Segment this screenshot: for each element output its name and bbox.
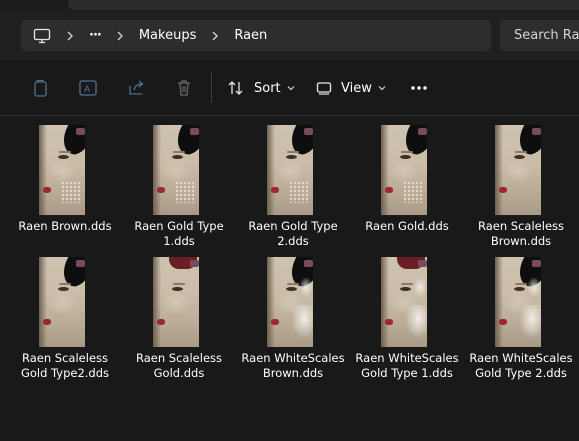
file-thumbnail [495, 125, 541, 215]
chevron-right-icon [211, 31, 219, 41]
sort-label: Sort [254, 80, 281, 96]
title-strip [0, 0, 579, 12]
file-thumbnail [39, 257, 85, 347]
file-name: Raen Gold Type 2.dds [248, 219, 338, 248]
file-name: Raen WhiteScales Gold Type 2.dds [469, 351, 573, 380]
view-label: View [341, 80, 372, 96]
tab-strip [68, 0, 579, 10]
file-thumbnail [381, 125, 427, 215]
file-name: Raen Scaleless Gold Type2.dds [20, 351, 110, 380]
toolbar-divider [211, 72, 212, 103]
svg-text:A: A [84, 85, 91, 95]
file-name: Raen Brown.dds [18, 219, 112, 233]
file-grid: Raen Brown.dds Raen Gold Type 1.dds Raen … [0, 116, 579, 441]
file-name: Raen WhiteScales Gold Type 1.dds [355, 351, 459, 380]
share-icon[interactable] [126, 77, 148, 99]
sort-icon [227, 80, 245, 96]
file-thumbnail [153, 125, 199, 215]
file-thumbnail [153, 257, 199, 347]
computer-icon[interactable] [33, 28, 51, 44]
file-name: Raen Scaleless Brown.dds [478, 219, 564, 248]
view-icon [316, 81, 332, 95]
breadcrumb-item-makeups[interactable]: Makeups [139, 28, 197, 43]
more-options-button[interactable] [410, 74, 428, 102]
file-name: Raen Scaleless Gold.dds [136, 351, 222, 380]
file-thumbnail [381, 257, 427, 347]
copy-icon[interactable] [29, 77, 51, 99]
view-button[interactable]: View [316, 74, 386, 102]
file-thumbnail [267, 257, 313, 347]
file-name: Raen Gold Type 1.dds [134, 219, 224, 248]
chevron-down-icon [287, 85, 295, 91]
address-row: ··· Makeups Raen Search Raen [0, 12, 579, 60]
file-thumbnail [267, 125, 313, 215]
address-bar[interactable]: ··· Makeups Raen [21, 20, 491, 51]
search-input[interactable]: Search Raen [500, 20, 579, 51]
file-name: Raen Gold.dds [365, 219, 449, 233]
more-icon [410, 85, 428, 91]
breadcrumb-item-raen[interactable]: Raen [234, 28, 267, 43]
search-placeholder: Search Raen [514, 28, 579, 43]
file-thumbnail [495, 257, 541, 347]
chevron-down-icon [378, 85, 386, 91]
rename-icon[interactable]: A [77, 77, 99, 99]
command-bar: A Sort View [0, 60, 579, 116]
breadcrumb-overflow[interactable]: ··· [89, 28, 102, 43]
sort-button[interactable]: Sort [227, 74, 295, 102]
chevron-right-icon [116, 31, 124, 41]
chevron-right-icon [66, 31, 74, 41]
file-name: Raen WhiteScales Brown.dds [241, 351, 345, 380]
file-thumbnail [39, 125, 85, 215]
delete-icon[interactable] [173, 77, 195, 99]
